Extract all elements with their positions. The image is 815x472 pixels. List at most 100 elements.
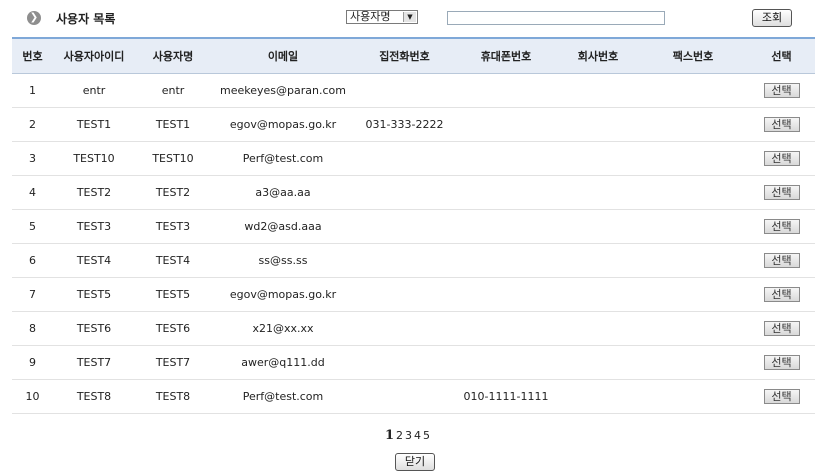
circle-arrow-icon: ❯ bbox=[27, 11, 41, 25]
cell-office bbox=[558, 379, 638, 414]
cell-fax bbox=[638, 73, 748, 108]
cell-no: 3 bbox=[12, 141, 53, 176]
select-button[interactable]: 선택 bbox=[763, 218, 800, 234]
cell-mobile bbox=[454, 243, 558, 278]
cell-id: TEST4 bbox=[53, 243, 135, 278]
cell-select: 선택 bbox=[748, 209, 815, 244]
cell-select: 선택 bbox=[748, 311, 815, 346]
cell-email: x21@xx.xx bbox=[211, 311, 355, 346]
cell-fax bbox=[638, 277, 748, 312]
column-header: 번호 bbox=[12, 37, 53, 74]
cell-email: wd2@asd.aaa bbox=[211, 209, 355, 244]
select-button[interactable]: 선택 bbox=[763, 252, 800, 268]
column-header: 팩스번호 bbox=[638, 37, 748, 74]
table-row: 3 TEST10 TEST10 Perf@test.com 선택 bbox=[12, 141, 815, 176]
page-link[interactable]: 4 bbox=[414, 429, 421, 442]
select-button[interactable]: 선택 bbox=[763, 184, 800, 200]
cell-mobile: 010-1111-1111 bbox=[454, 379, 558, 414]
column-header: 회사번호 bbox=[558, 37, 638, 74]
select-button[interactable]: 선택 bbox=[763, 320, 800, 336]
cell-office bbox=[558, 277, 638, 312]
cell-email: egov@mopas.go.kr bbox=[211, 107, 355, 142]
cell-select: 선택 bbox=[748, 107, 815, 142]
cell-no: 9 bbox=[12, 345, 53, 380]
cell-name: TEST3 bbox=[135, 209, 211, 244]
column-header: 선택 bbox=[748, 37, 815, 74]
cell-home bbox=[355, 311, 454, 346]
cell-select: 선택 bbox=[748, 379, 815, 414]
cell-email: egov@mopas.go.kr bbox=[211, 277, 355, 312]
cell-id: TEST1 bbox=[53, 107, 135, 142]
column-header: 이메일 bbox=[211, 37, 355, 74]
column-header: 사용자명 bbox=[135, 37, 211, 74]
table-row: 10 TEST8 TEST8 Perf@test.com 010-1111-1111 선택 bbox=[12, 379, 815, 414]
chevron-down-icon[interactable]: ▼ bbox=[403, 12, 416, 22]
cell-office bbox=[558, 73, 638, 108]
cell-fax bbox=[638, 243, 748, 278]
cell-no: 2 bbox=[12, 107, 53, 142]
column-header: 사용자아이디 bbox=[53, 37, 135, 74]
column-header: 집전화번호 bbox=[355, 37, 454, 74]
search-button[interactable]: 조회 bbox=[752, 9, 792, 27]
table-row: 8 TEST6 TEST6 x21@xx.xx 선택 bbox=[12, 311, 815, 346]
cell-fax bbox=[638, 209, 748, 244]
search-type-select[interactable]: 사용자명 ▼ bbox=[346, 10, 418, 24]
cell-id: TEST5 bbox=[53, 277, 135, 312]
select-button[interactable]: 선택 bbox=[763, 82, 800, 98]
page-link[interactable]: 5 bbox=[423, 429, 430, 442]
cell-home bbox=[355, 73, 454, 108]
cell-home bbox=[355, 175, 454, 210]
cell-home bbox=[355, 243, 454, 278]
cell-select: 선택 bbox=[748, 73, 815, 108]
cell-home: 031-333-2222 bbox=[355, 107, 454, 142]
cell-id: TEST8 bbox=[53, 379, 135, 414]
cell-no: 8 bbox=[12, 311, 53, 346]
table-header-row: 번호 사용자아이디 사용자명 이메일 집전화번호 휴대폰번호 회사번호 팩스번호 선택 bbox=[12, 37, 815, 74]
cell-id: TEST3 bbox=[53, 209, 135, 244]
cell-name: entr bbox=[135, 73, 211, 108]
cell-mobile bbox=[454, 345, 558, 380]
page-title: 사용자 목록 bbox=[56, 12, 116, 26]
close-button[interactable]: 닫기 bbox=[395, 453, 435, 471]
cell-name: TEST6 bbox=[135, 311, 211, 346]
cell-no: 5 bbox=[12, 209, 53, 244]
cell-fax bbox=[638, 141, 748, 176]
select-button[interactable]: 선택 bbox=[763, 388, 800, 404]
select-button[interactable]: 선택 bbox=[763, 150, 800, 166]
cell-office bbox=[558, 175, 638, 210]
cell-select: 선택 bbox=[748, 141, 815, 176]
select-button[interactable]: 선택 bbox=[763, 286, 800, 302]
table-row: 7 TEST5 TEST5 egov@mopas.go.kr 선택 bbox=[12, 277, 815, 312]
select-button[interactable]: 선택 bbox=[763, 116, 800, 132]
cell-name: TEST8 bbox=[135, 379, 211, 414]
cell-name: TEST1 bbox=[135, 107, 211, 142]
cell-name: TEST5 bbox=[135, 277, 211, 312]
cell-office bbox=[558, 141, 638, 176]
cell-mobile bbox=[454, 107, 558, 142]
search-input[interactable] bbox=[447, 11, 665, 25]
page-link[interactable]: 2 bbox=[396, 429, 403, 442]
cell-id: TEST7 bbox=[53, 345, 135, 380]
cell-mobile bbox=[454, 277, 558, 312]
cell-id: TEST10 bbox=[53, 141, 135, 176]
cell-home bbox=[355, 141, 454, 176]
table-row: 9 TEST7 TEST7 awer@q111.dd 선택 bbox=[12, 345, 815, 380]
cell-id: TEST6 bbox=[53, 311, 135, 346]
user-table: 번호 사용자아이디 사용자명 이메일 집전화번호 휴대폰번호 회사번호 팩스번호 선택 1 ent… bbox=[12, 37, 815, 414]
cell-home bbox=[355, 345, 454, 380]
cell-name: TEST4 bbox=[135, 243, 211, 278]
top-bar: ❯ 사용자 목록 사용자명 ▼ 조회 bbox=[0, 0, 815, 36]
page-link[interactable]: 3 bbox=[405, 429, 412, 442]
cell-home bbox=[355, 277, 454, 312]
table-row: 4 TEST2 TEST2 a3@aa.aa 선택 bbox=[12, 175, 815, 210]
cell-fax bbox=[638, 345, 748, 380]
cell-no: 1 bbox=[12, 73, 53, 108]
table-row: 6 TEST4 TEST4 ss@ss.ss 선택 bbox=[12, 243, 815, 278]
select-button[interactable]: 선택 bbox=[763, 354, 800, 370]
cell-name: TEST2 bbox=[135, 175, 211, 210]
cell-select: 선택 bbox=[748, 345, 815, 380]
page-link[interactable]: 1 bbox=[385, 428, 394, 443]
cell-select: 선택 bbox=[748, 277, 815, 312]
cell-mobile bbox=[454, 209, 558, 244]
cell-mobile bbox=[454, 141, 558, 176]
